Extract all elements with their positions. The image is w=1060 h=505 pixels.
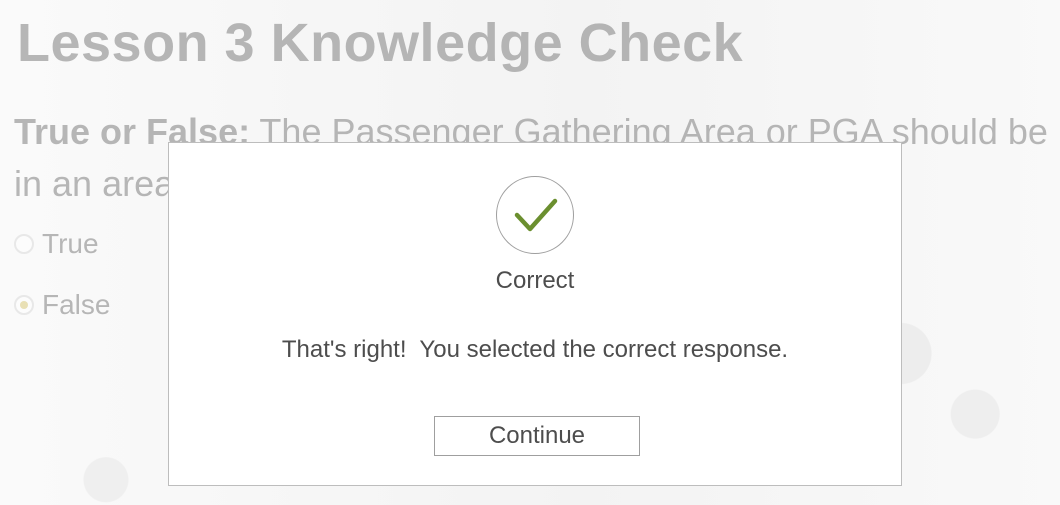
checkmark-circle bbox=[496, 176, 574, 254]
feedback-dialog: Correct That's right! You selected the c… bbox=[168, 142, 902, 486]
dialog-title: Correct bbox=[495, 267, 575, 294]
checkmark-icon bbox=[514, 198, 558, 232]
continue-button[interactable]: Continue bbox=[434, 416, 640, 456]
dialog-message: That's right! You selected the correct r… bbox=[281, 336, 789, 363]
